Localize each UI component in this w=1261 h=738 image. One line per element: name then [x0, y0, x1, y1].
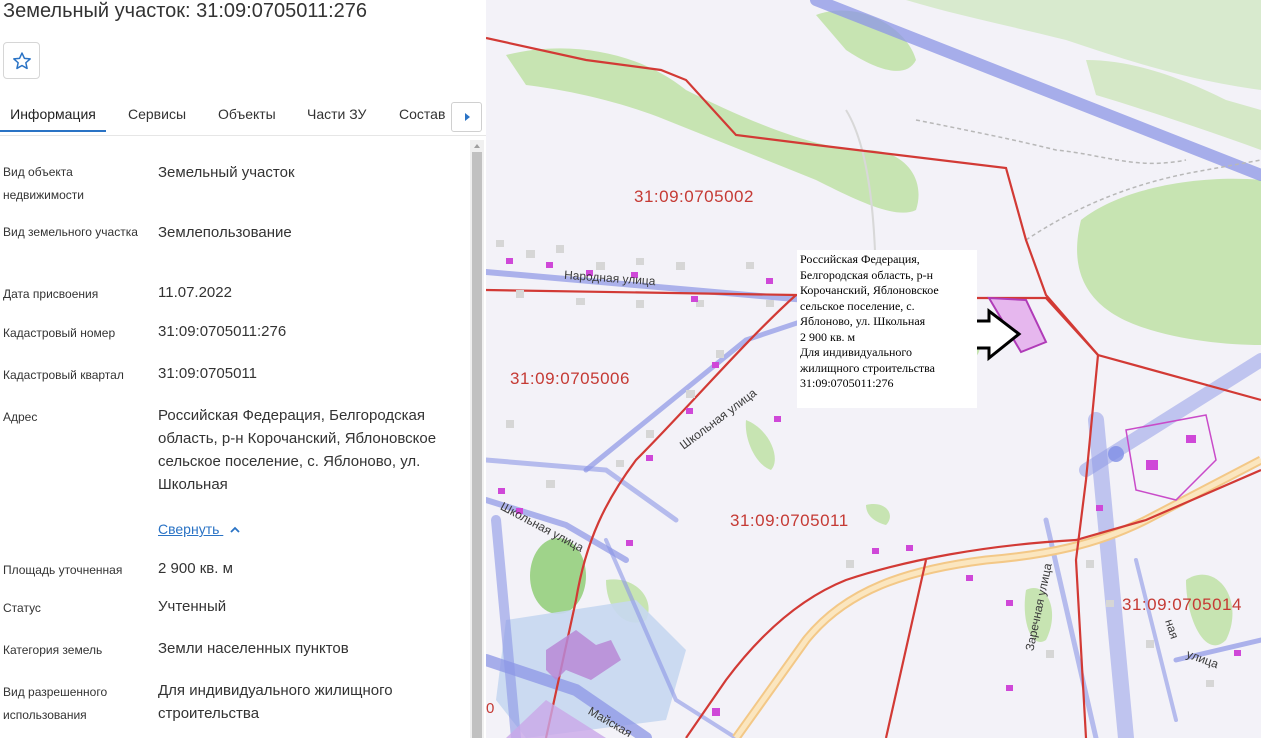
address-value: Российская Федерация, Белгородская облас… — [158, 407, 437, 493]
info-label: Кадастровый номер — [3, 326, 116, 340]
cadastral-map[interactable]: 31:09:0705002 31:09:0705006 31:09:070501… — [486, 0, 1261, 738]
info-label: Вид разрешенного использования — [3, 685, 108, 722]
tab-objects[interactable]: Объекты — [218, 96, 276, 130]
tab-composition[interactable]: Состав — [399, 96, 445, 130]
info-value: Земли населенных пунктов — [158, 640, 349, 657]
chevron-up-icon — [230, 527, 240, 533]
popup-line: 2 900 кв. м — [800, 329, 856, 344]
popup-line: 31:09:0705011:276 — [800, 376, 894, 390]
info-value: 31:09:0705011 — [158, 365, 257, 382]
tab-bar: Информация Сервисы Объекты Части ЗУ Сост… — [0, 96, 486, 136]
info-value: Земельный участок — [158, 164, 295, 181]
scroll-up-icon[interactable] — [472, 141, 482, 151]
info-value: Учтенный — [158, 598, 227, 615]
star-icon — [12, 51, 31, 69]
collapse-link[interactable]: Свернуть — [158, 521, 241, 537]
info-label: Площадь уточненная — [3, 563, 123, 577]
quarter-label: 31:09:0705006 — [510, 369, 630, 388]
info-value: 11.07.2022 — [158, 284, 232, 301]
popup-line: жилищного строительства — [800, 360, 935, 375]
tab-parts[interactable]: Части ЗУ — [307, 96, 366, 130]
tabs-next-button[interactable] — [451, 102, 482, 132]
quarter-label: 31:09:0705014 — [1122, 595, 1242, 614]
info-label: Статус — [3, 601, 41, 615]
info-label: Дата присвоения — [3, 287, 99, 301]
tab-services[interactable]: Сервисы — [128, 96, 186, 130]
popup-line: Яблоново, ул. Школьная — [800, 314, 926, 328]
scrollbar-thumb[interactable] — [472, 152, 482, 738]
info-list: Вид объекта недвижимости Земельный участ… — [0, 136, 470, 738]
parcel-popup: Российская Федерация, Белгородская облас… — [797, 250, 977, 408]
info-label: Категория земель — [3, 643, 103, 657]
info-panel: Земельный участок: 31:09:0705011:276 Инф… — [0, 0, 486, 738]
quarter-label: 31:09:0705002 — [634, 187, 754, 206]
collapse-label: Свернуть — [158, 521, 220, 537]
info-label: Кадастровый квартал — [3, 368, 124, 382]
info-label: Вид земельного участка — [3, 225, 138, 239]
popup-line: Белгородская область, р-н — [800, 267, 933, 282]
arrow-right-icon — [464, 113, 470, 121]
info-value: Для индивидуального жилищного строительс… — [158, 682, 393, 722]
info-label: Вид объекта недвижимости — [3, 165, 84, 202]
page-title: Земельный участок: 31:09:0705011:276 — [3, 0, 368, 22]
info-value: 31:09:0705011:276 — [158, 323, 287, 340]
info-value: Землепользование — [158, 224, 292, 241]
tab-info[interactable]: Информация — [0, 96, 106, 132]
info-value: 2 900 кв. м — [158, 560, 233, 577]
popup-line: Корочанский, Яблоновское — [800, 283, 939, 297]
quarter-label: 31:09:0705011 — [730, 511, 849, 530]
popup-line: сельское поселение, с. — [800, 298, 915, 313]
info-label: Адрес — [3, 410, 38, 424]
map-edge-label: 0 — [486, 700, 495, 717]
popup-line: Для индивидуального — [800, 345, 913, 359]
favorite-button[interactable] — [3, 42, 40, 79]
popup-line: Российская Федерация, — [800, 252, 920, 266]
